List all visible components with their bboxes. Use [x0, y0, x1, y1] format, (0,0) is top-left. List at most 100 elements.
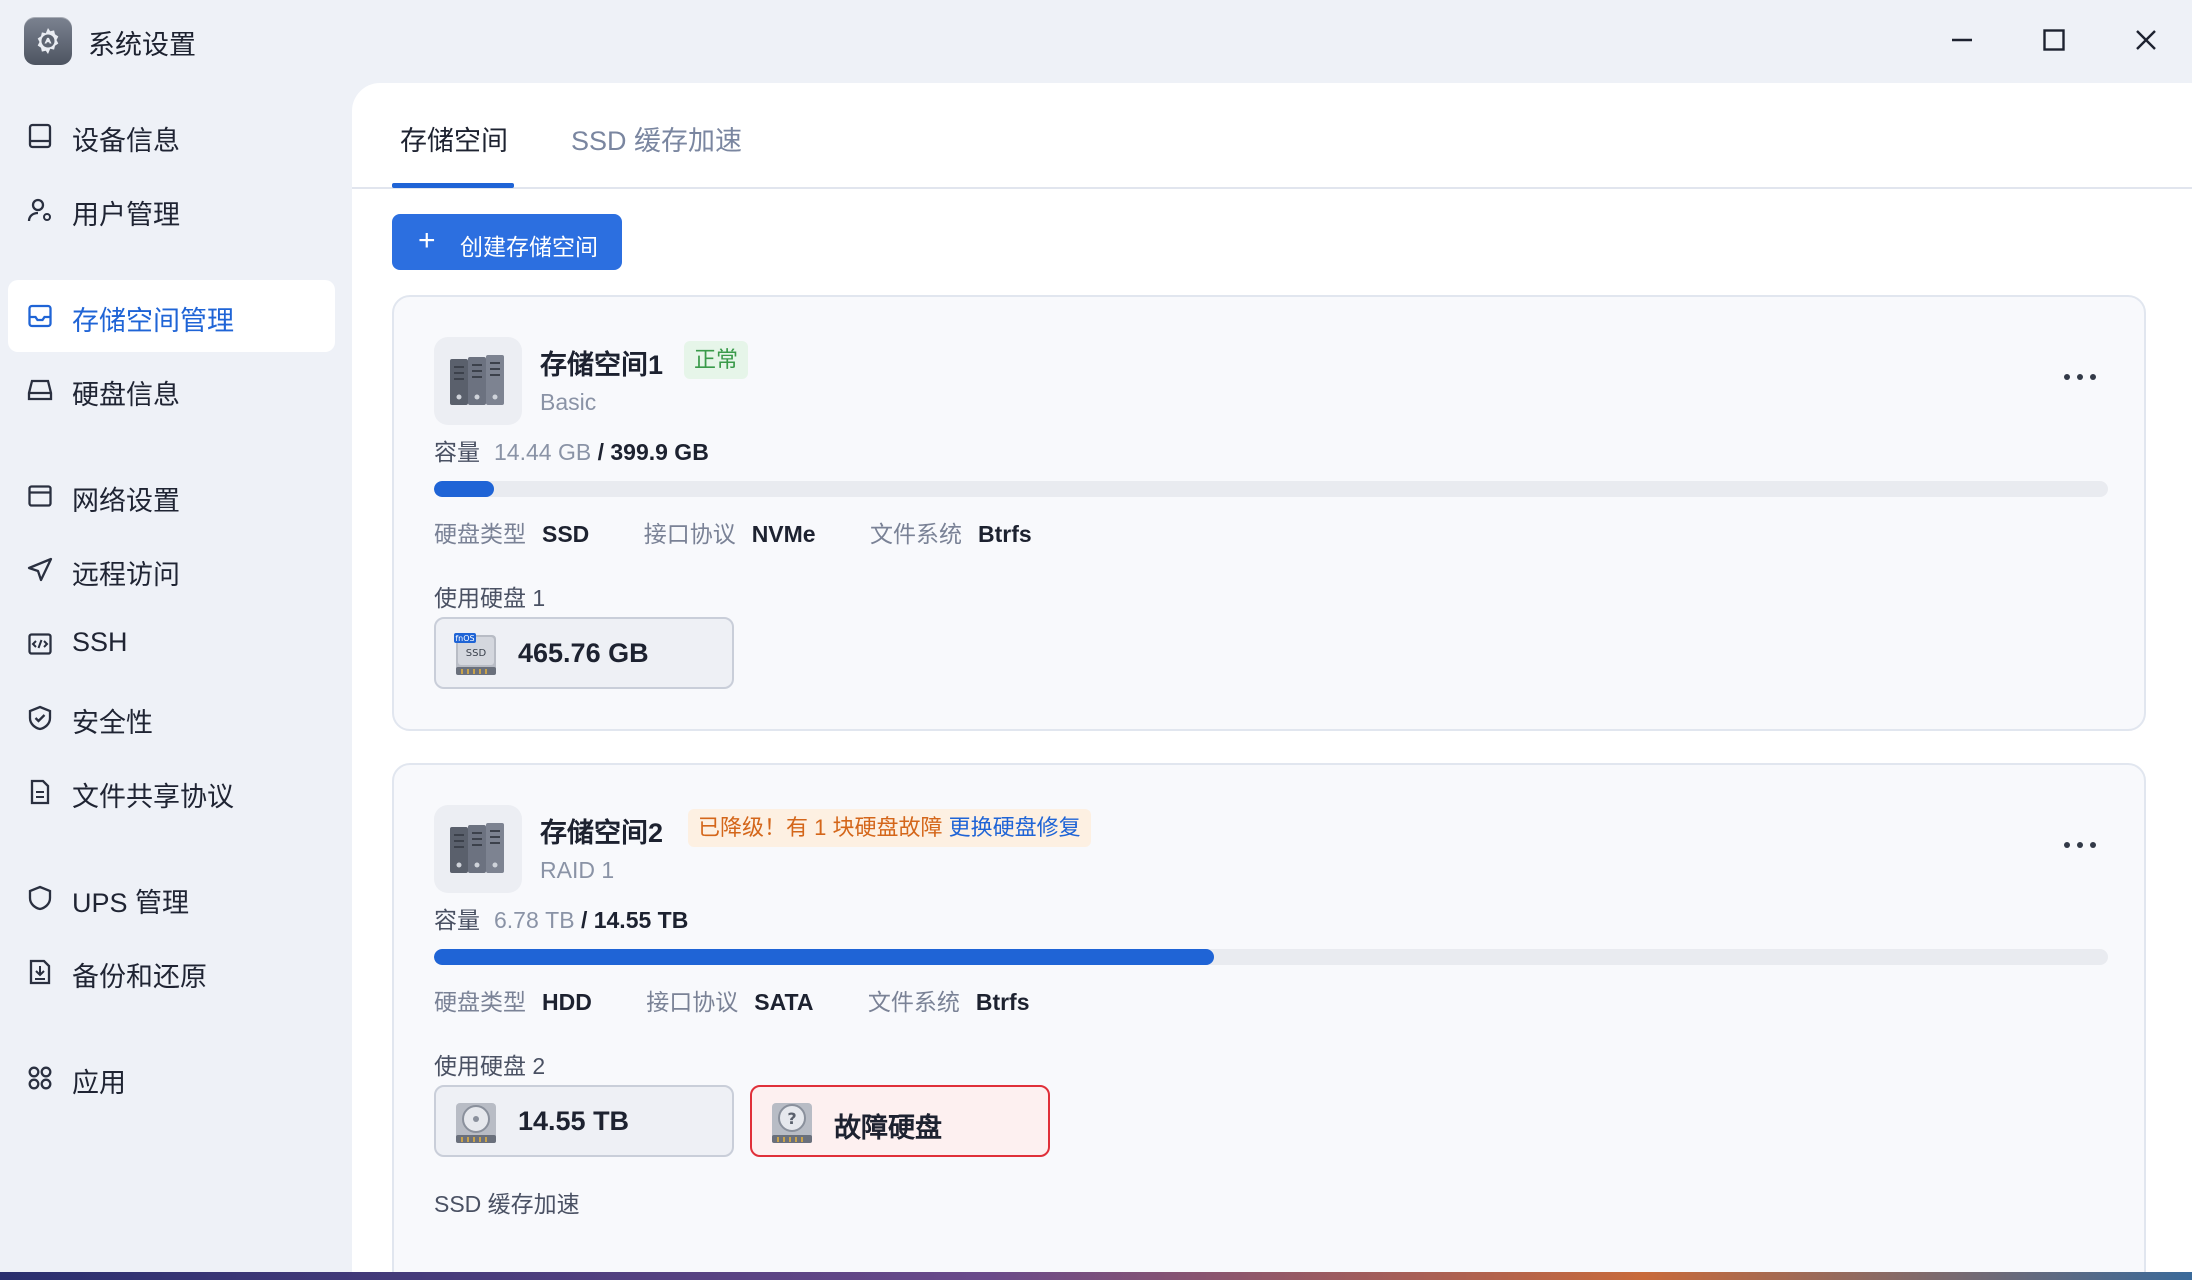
spec-row: 硬盘类型 HDD 接口协议 SATA 文件系统 Btrfs [434, 983, 1078, 1017]
disk-size: 14.55 TB [518, 1106, 630, 1136]
create-storage-button[interactable]: + 创建存储空间 [392, 214, 622, 270]
sidebar-item-ssh[interactable]: SSH [8, 608, 335, 680]
pool-raid-type: Basic [540, 389, 597, 415]
replace-disk-link[interactable]: 更换硬盘修复 [949, 815, 1081, 840]
settings-window: 系统设置 设备信息 用户管理 存储空间管理 硬盘信息 网络设置 远程访问 SSH… [0, 0, 2192, 1272]
sidebar-item-remote-access[interactable]: 远程访问 [8, 534, 335, 606]
storage-pool-card: 存储空间1 正常 Basic 容量 14.44 GB / 399.9 GB 硬盘类… [392, 295, 2146, 731]
disk-card[interactable]: fnOS SSD 465.76 GB [434, 617, 734, 689]
sidebar-item-label: UPS 管理 [72, 888, 190, 918]
sidebar-item-disk-info[interactable]: 硬盘信息 [8, 354, 335, 426]
more-options-button[interactable] [2056, 363, 2104, 391]
capacity-row: 容量 6.78 TB / 14.55 TB [434, 901, 688, 935]
disks-label: 使用硬盘 2 [434, 1053, 546, 1079]
sidebar-item-device-info[interactable]: 设备信息 [8, 100, 335, 172]
disks-label: 使用硬盘 1 [434, 585, 546, 611]
protocol-value: NVMe [751, 521, 816, 547]
sidebar-item-network[interactable]: 网络设置 [8, 460, 335, 532]
faulty-disk-card[interactable]: ? 故障硬盘 [750, 1085, 1050, 1157]
capacity-total: / 14.55 TB [580, 907, 689, 933]
hard-drive-icon [27, 379, 53, 401]
pool-name: 存储空间1 [540, 350, 664, 380]
tab-storage[interactable]: 存储空间 [400, 119, 508, 158]
maximize-icon [2043, 29, 2065, 51]
tab-bar: 存储空间 SSD 缓存加速 [352, 83, 2192, 189]
protocol-value: SATA [754, 989, 814, 1015]
disk-type-value: SSD [542, 521, 590, 547]
sidebar-item-label: 网络设置 [72, 486, 180, 516]
device-info-icon [28, 123, 52, 149]
pool-raid-type: RAID 1 [540, 857, 615, 883]
capacity-row: 容量 14.44 GB / 399.9 GB [434, 433, 709, 467]
ups-shield-icon [28, 885, 52, 911]
status-badge: 已降级！有 1 块硬盘故障 更换硬盘修复 [688, 809, 1091, 847]
sidebar-item-label: 安全性 [72, 708, 153, 738]
window-title: 系统设置 [88, 30, 196, 60]
storage-pool-card: 存储空间2 已降级！有 1 块硬盘故障 更换硬盘修复 RAID 1 容量 6.78… [392, 763, 2146, 1272]
code-icon [28, 633, 52, 655]
capacity-label: 容量 [434, 907, 480, 933]
sidebar: 设备信息 用户管理 存储空间管理 硬盘信息 网络设置 远程访问 SSH 安全性 [0, 80, 350, 1272]
capacity-bar [434, 481, 2108, 497]
user-icon [27, 198, 51, 222]
sidebar-item-label: 硬盘信息 [72, 380, 180, 410]
disk-type-label: 硬盘类型 [434, 989, 526, 1015]
sidebar-item-security[interactable]: 安全性 [8, 682, 335, 754]
sidebar-item-label: SSH [72, 627, 128, 657]
apps-icon [28, 1066, 52, 1090]
unknown-disk-icon: ? [772, 1103, 812, 1143]
svg-text:SSD: SSD [466, 648, 487, 659]
sidebar-item-storage[interactable]: 存储空间管理 [8, 280, 335, 352]
shield-check-icon [28, 705, 52, 731]
svg-text:fnOS: fnOS [455, 634, 474, 643]
server-rack-icon [434, 337, 522, 425]
sidebar-item-apps[interactable]: 应用 [8, 1042, 335, 1114]
sidebar-item-backup[interactable]: 备份和还原 [8, 936, 335, 1008]
spec-row: 硬盘类型 SSD 接口协议 NVMe 文件系统 Btrfs [434, 515, 1080, 549]
close-icon [2136, 30, 2156, 50]
disk-size: 465.76 GB [518, 638, 649, 668]
sidebar-item-label: 存储空间管理 [72, 306, 234, 336]
status-badge: 正常 [684, 341, 749, 379]
protocol-label: 接口协议 [646, 989, 739, 1015]
disk-size: 故障硬盘 [834, 1113, 942, 1143]
close-button[interactable] [2124, 18, 2168, 62]
maximize-button[interactable] [2032, 18, 2076, 62]
capacity-bar-fill [434, 481, 495, 497]
disk-type-label: 硬盘类型 [434, 521, 526, 547]
capacity-used: 6.78 TB [494, 907, 575, 933]
minimize-icon [1952, 38, 1972, 42]
sidebar-item-label: 远程访问 [72, 560, 180, 590]
create-storage-label: 创建存储空间 [460, 234, 598, 260]
disk-card[interactable]: 14.55 TB [434, 1085, 734, 1157]
filesystem-value: Btrfs [977, 521, 1032, 547]
title-bar: 系统设置 [0, 0, 2192, 80]
tab-ssd-cache[interactable]: SSD 缓存加速 [571, 119, 742, 158]
filesystem-value: Btrfs [975, 989, 1030, 1015]
sidebar-item-ups[interactable]: UPS 管理 [8, 862, 335, 934]
capacity-total: / 399.9 GB [597, 439, 709, 465]
network-icon [28, 485, 52, 507]
disk-type-value: HDD [542, 989, 592, 1015]
settings-gear-icon [24, 17, 72, 65]
svg-text:?: ? [787, 1109, 796, 1128]
file-share-icon [30, 779, 50, 805]
sidebar-item-label: 备份和还原 [72, 962, 207, 992]
active-tab-indicator [392, 183, 514, 188]
plus-icon: + [418, 224, 436, 257]
sidebar-item-label: 用户管理 [72, 200, 180, 230]
sidebar-item-label: 应用 [72, 1068, 126, 1098]
minimize-button[interactable] [1940, 18, 1984, 62]
sidebar-item-user-management[interactable]: 用户管理 [8, 174, 335, 246]
capacity-bar [434, 949, 2108, 965]
pool-name: 存储空间2 [540, 818, 664, 848]
hdd-icon [456, 1103, 496, 1143]
capacity-label: 容量 [434, 439, 480, 465]
remote-access-icon [27, 557, 53, 582]
protocol-label: 接口协议 [643, 521, 736, 547]
sidebar-item-file-sharing[interactable]: 文件共享协议 [8, 756, 335, 828]
more-options-button[interactable] [2056, 831, 2104, 859]
filesystem-label: 文件系统 [867, 989, 960, 1015]
storage-icon [28, 304, 52, 328]
capacity-bar-fill [434, 949, 1215, 965]
